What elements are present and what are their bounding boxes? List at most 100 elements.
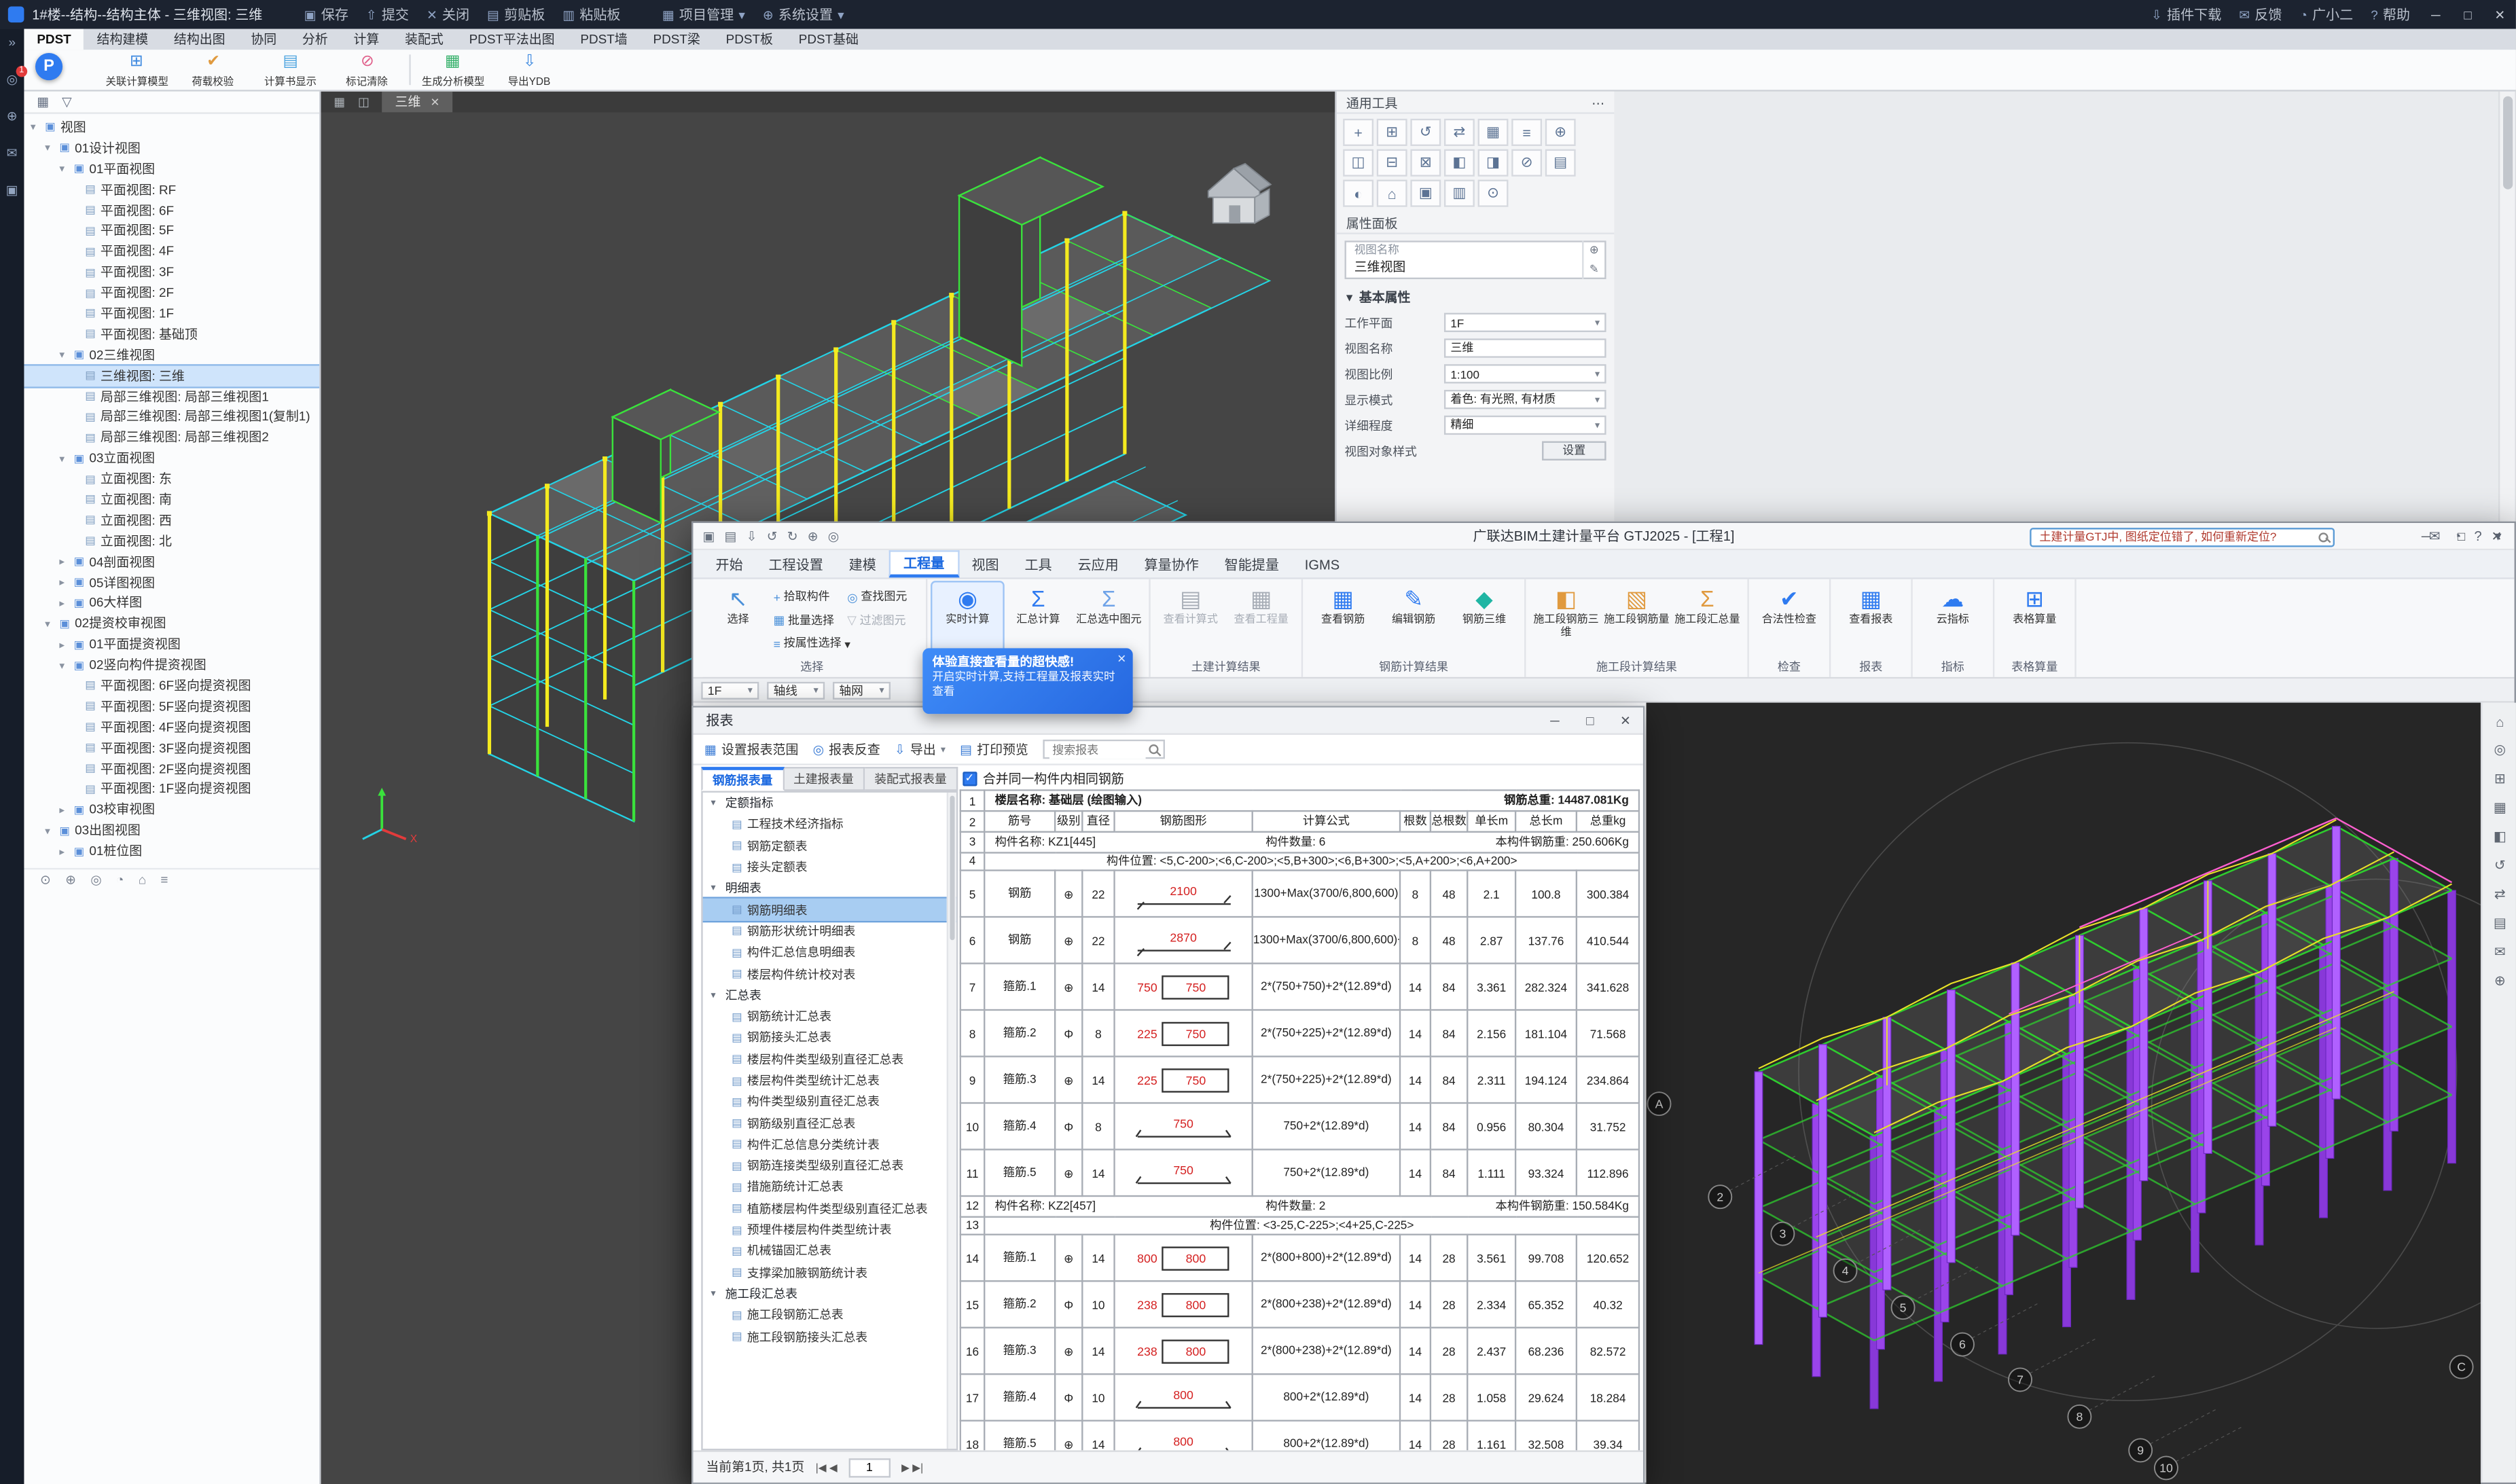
view-combo-轴网[interactable]: 轴网▾ [833,681,891,699]
tree-expand-icon[interactable]: ▸ [59,803,69,816]
tree-item[interactable]: ▾▣02提资校审视图 [24,613,319,634]
tree-item[interactable]: ▤平面视图: 4F [24,241,319,261]
rebar-table-row[interactable]: 2筋号级别直径钢筋图形计算公式根数总根数单长m总长m总重kg [960,811,1640,832]
menu-tab-算量协作[interactable]: 算量协作 [1132,550,1212,577]
view-combo-轴线[interactable]: 轴线▾ [767,681,825,699]
view-list-icon[interactable]: ▦ [37,94,49,109]
property-value-dropdown[interactable]: 着色: 有光照, 有材质▾ [1444,390,1606,409]
tree-item[interactable]: ▤平面视图: 1F竖向提资视图 [24,779,319,799]
quick-access-icon[interactable]: ↻ [787,528,798,543]
menu-tab-智能提量[interactable]: 智能提量 [1212,550,1292,577]
quick-access-icon[interactable]: ⊕ [808,528,819,543]
tree-footer-icon[interactable]: ≡ [160,873,168,887]
tool-icon[interactable]: ⊕ [1545,119,1576,146]
report-tree-item[interactable]: ▤钢筋连接类型级别直径汇总表 [703,1155,956,1176]
rebar-table-row[interactable]: 5钢筋⊕2221001300+Max(3700/6,800,600)8482.1… [960,870,1640,917]
rebar-table-row[interactable]: 3构件名称: KZ1[445]构件数量: 6本构件钢筋重: 250.606Kg [960,832,1640,852]
report-tree-item[interactable]: ▾明细表 [703,878,956,899]
cloud-index-button[interactable]: ☁云指标 [1918,582,1988,656]
summary-selected-button[interactable]: Σ汇总选中图元 [1073,582,1144,656]
ribbon-tab-PDST板[interactable]: PDST板 [713,29,786,50]
property-value-dropdown[interactable]: 1:100▾ [1444,364,1606,383]
tool-icon[interactable]: ≡ [1511,119,1542,146]
report-tree-item[interactable]: ▤施工段钢筋接头汇总表 [703,1326,956,1347]
rebar-table-row[interactable]: 11箍筋.5⊕14750750+2*(12.89*d)14841.11193.3… [960,1150,1640,1197]
view-quantity-button[interactable]: ▦查看工程量 [1226,582,1297,656]
tree-item[interactable]: ▤平面视图: 3F竖向提资视图 [24,738,319,758]
menu-tab-建模[interactable]: 建模 [836,550,889,577]
page-number-input[interactable] [848,1458,890,1477]
tree-expand-icon[interactable]: ▾ [31,121,40,134]
quick-access-icon[interactable]: ◎ [828,528,839,543]
edit-rebar-button[interactable]: ✎编辑钢筋 [1378,582,1449,656]
rebar-table-area[interactable]: 1楼层名称: 基础层 (绘图输入)钢筋总重: 14487.081Kg2筋号级别直… [960,789,1640,1450]
rebar-table-row[interactable]: 10箍筋.4Φ8750750+2*(12.89*d)14840.95680.30… [960,1103,1640,1150]
tool-icon[interactable]: ◨ [1478,149,1509,177]
tree-item[interactable]: ▸▣06大样图 [24,593,319,613]
tree-item[interactable]: ▤平面视图: 6F [24,200,319,220]
view-tool-icon[interactable]: ◎ [2494,741,2506,759]
rebar-table-row[interactable]: 9箍筋.3⊕142257502*(750+225)+2*(12.89*d)148… [960,1057,1640,1104]
apps-icon[interactable]: ▣ [6,183,18,197]
filter-element-button[interactable]: ▽过滤图元 [847,609,921,632]
select-cursor-button[interactable]: ↖选择 [703,582,774,656]
report-tree-item[interactable]: ▤机械锚固汇总表 [703,1241,956,1262]
tree-expand-icon[interactable]: ▾ [59,162,69,175]
report-tree-item[interactable]: ▤楼层构件类型级别直径汇总表 [703,1049,956,1070]
report-tree-item[interactable]: ▤钢筋定额表 [703,835,956,856]
pdst-assistant-logo[interactable]: P [35,53,62,80]
quick-access-icon[interactable]: ▣ [703,528,715,543]
pager-button[interactable]: |◀ [816,1463,829,1474]
tree-item[interactable]: ▤平面视图: 5F [24,221,319,241]
tree-footer-icon[interactable]: ⊙ [40,873,51,887]
tree-expand-icon[interactable]: ▸ [59,597,69,610]
menu-tab-IGMS[interactable]: IGMS [1292,550,1352,577]
tree-expand-icon[interactable]: ▾ [59,659,69,672]
support-icon[interactable]: ◎1 [6,72,17,86]
rebar-table-row[interactable]: 4构件位置: <5,C-200>;<6,C-200>;<5,B+300>;<6,… [960,852,1640,870]
report-tree-item[interactable]: ▤措施筋统计汇总表 [703,1176,956,1197]
gtj-search-box[interactable] [2030,527,2335,547]
view-calc-expr-button[interactable]: ▤查看计算式 [1155,582,1226,656]
tool-icon[interactable]: ◐ [1343,180,1373,207]
quick-access-icon[interactable]: ▤ [725,528,737,543]
expand-icon[interactable]: » [8,35,16,50]
feedback-button[interactable]: ✉反馈 [2239,5,2282,24]
menu-tab-开始[interactable]: 开始 [703,550,756,577]
tree-item[interactable]: ▤局部三维视图: 局部三维视图1(复制1) [24,407,319,427]
tree-item[interactable]: ▤局部三维视图: 局部三维视图2 [24,427,319,448]
system-settings-menu[interactable]: ⊕系统设置▾ [763,5,844,24]
help-button[interactable]: ?帮助 [2371,5,2410,24]
tree-item[interactable]: ▤平面视图: 1F [24,303,319,323]
report-tab-装配式报表量[interactable]: 装配式报表量 [865,767,958,791]
maximize-button[interactable]: □ [1572,713,1608,727]
quick-access-icon[interactable]: ↺ [767,528,778,543]
tree-expand-icon[interactable]: ▾ [45,825,54,837]
report-tree-item[interactable]: ▤接头定额表 [703,856,956,877]
search-icon[interactable] [1149,744,1158,754]
scrollbar-thumb[interactable] [950,796,954,941]
property-value-dropdown[interactable]: 精细▾ [1444,416,1606,435]
report-tree-item[interactable]: ▤工程技术经济指标 [703,814,956,835]
menu-tab-工程设置[interactable]: 工程设置 [756,550,836,577]
pager-button[interactable]: ◀ [829,1463,838,1474]
tree-expand-icon[interactable]: ▾ [711,990,720,1001]
tree-item[interactable]: ▤平面视图: 3F [24,262,319,283]
submit-button[interactable]: ⇧提交 [366,5,409,24]
tree-expand-icon[interactable]: ▸ [59,556,69,568]
report-tree-item[interactable]: ▾施工段汇总表 [703,1283,956,1304]
tool-icon[interactable]: + [1343,119,1373,146]
tree-footer-icon[interactable]: ◔ [116,873,124,887]
tree-expand-icon[interactable]: ▾ [45,142,54,155]
summary-calc-button[interactable]: Σ汇总计算 [1003,582,1073,656]
property-value-dropdown[interactable]: 三维 [1444,338,1606,357]
ribbon-tab-装配式[interactable]: 装配式 [392,29,456,50]
tree-expand-icon[interactable]: ▸ [59,638,69,651]
export-ydb-button[interactable]: ⇩导出YDB [491,50,568,90]
tree-footer-icon[interactable]: ◎ [90,873,101,887]
segment-rebar-qty-button[interactable]: ▧施工段钢筋量 [1601,582,1672,656]
menu-tab-工程量[interactable]: 工程量 [889,550,959,577]
tree-expand-icon[interactable]: ▾ [711,1288,720,1300]
tree-item[interactable]: ▤平面视图: 基础顶 [24,324,319,344]
collapse-ribbon-icon[interactable]: ▾ [2495,528,2502,545]
